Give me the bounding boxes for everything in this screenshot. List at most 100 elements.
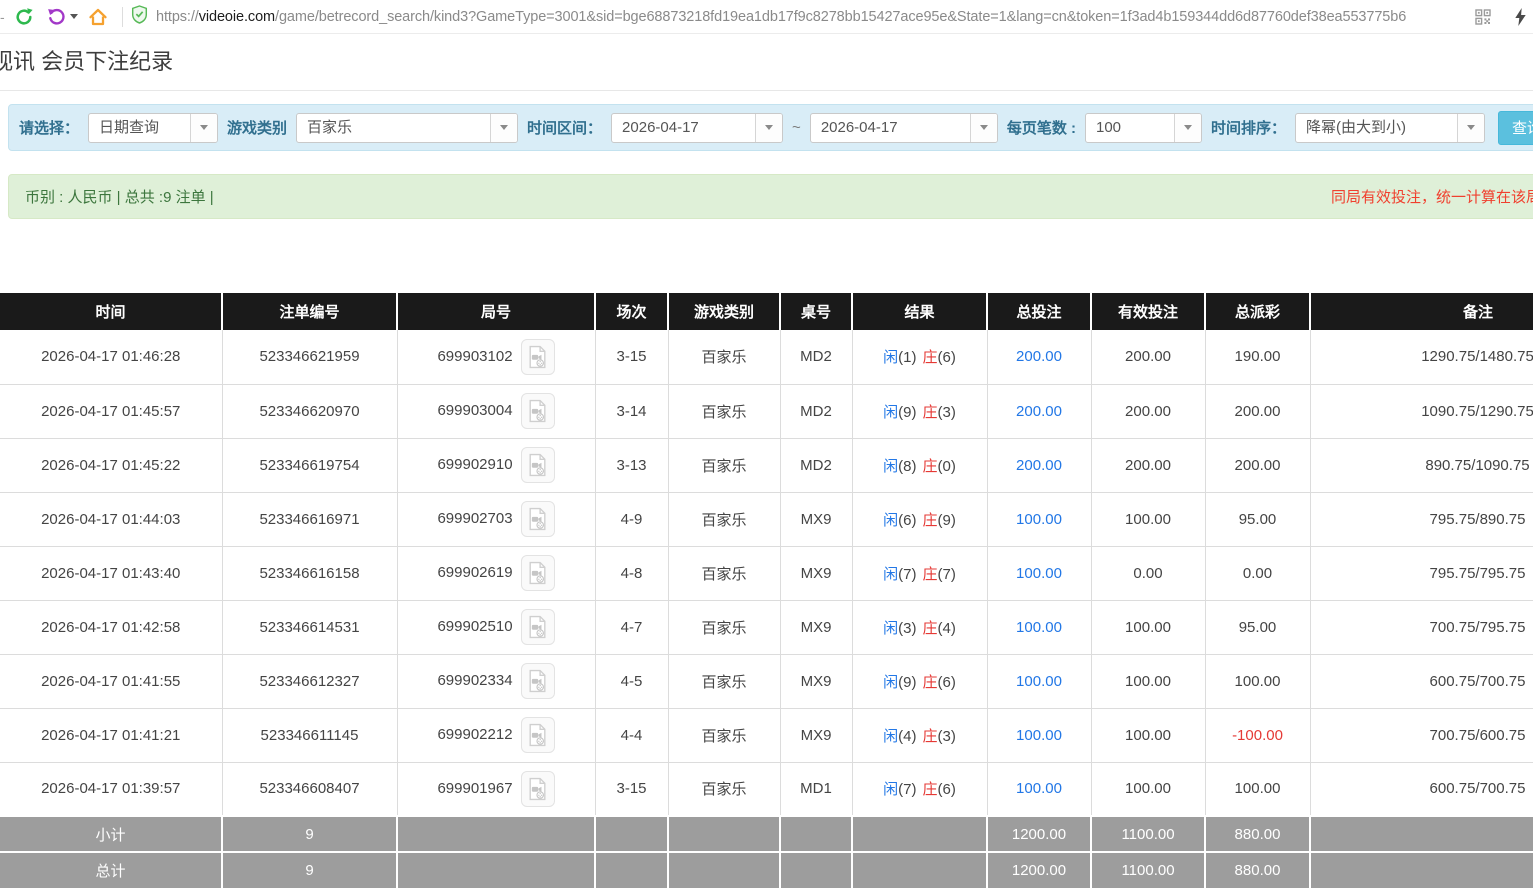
cell-remark: 795.75/890.75 bbox=[1310, 492, 1533, 546]
video-replay-button[interactable] bbox=[521, 555, 555, 591]
cell-game-type: 百家乐 bbox=[668, 654, 780, 708]
video-replay-button[interactable] bbox=[521, 609, 555, 645]
cell-bet-id: 523346616971 bbox=[222, 492, 397, 546]
column-header: 有效投注 bbox=[1091, 293, 1205, 330]
undo-dropdown-caret-icon[interactable] bbox=[70, 14, 78, 19]
total-bet-link[interactable]: 200.00 bbox=[1016, 348, 1062, 365]
table-row: 2026-04-17 01:44:03 523346616971 6999027… bbox=[0, 492, 1533, 546]
cell-valid-bet: 0.00 bbox=[1091, 546, 1205, 600]
cell-table-no: MX9 bbox=[780, 654, 852, 708]
cell-valid-bet: 100.00 bbox=[1091, 492, 1205, 546]
player-result: 闲 bbox=[883, 349, 898, 366]
cell-bet-id: 523346614531 bbox=[222, 600, 397, 654]
banker-result: 庄 bbox=[923, 620, 938, 637]
cell-session: 4-4 bbox=[595, 708, 668, 762]
sort-order-select[interactable]: 降幂(由大到小) bbox=[1295, 113, 1485, 143]
total-bet-link[interactable]: 200.00 bbox=[1016, 457, 1062, 474]
cell-payout: -100.00 bbox=[1205, 708, 1310, 762]
cell-round-id: 699902510 bbox=[397, 600, 595, 654]
cell-valid-bet: 200.00 bbox=[1091, 384, 1205, 438]
undo-icon[interactable] bbox=[43, 4, 69, 30]
column-header: 桌号 bbox=[780, 293, 852, 330]
video-replay-button[interactable] bbox=[521, 393, 555, 429]
cell-round-id: 699902703 bbox=[397, 492, 595, 546]
toolbar-divider bbox=[122, 7, 123, 27]
cell-payout: 95.00 bbox=[1205, 492, 1310, 546]
cell-session: 3-13 bbox=[595, 438, 668, 492]
browser-toolbar: - https://videoie.com/game/betrecord_sea… bbox=[0, 0, 1533, 34]
cell-session: 4-8 bbox=[595, 546, 668, 600]
address-bar[interactable]: https://videoie.com/game/betrecord_searc… bbox=[131, 5, 1460, 29]
column-header: 场次 bbox=[595, 293, 668, 330]
video-replay-button[interactable] bbox=[521, 501, 555, 537]
cell-session: 4-7 bbox=[595, 600, 668, 654]
cell-session: 3-15 bbox=[595, 762, 668, 816]
cell-time: 2026-04-17 01:45:22 bbox=[0, 438, 222, 492]
total-bet-link[interactable]: 100.00 bbox=[1016, 673, 1062, 690]
table-row: 2026-04-17 01:39:57 523346608407 6999019… bbox=[0, 762, 1533, 816]
cell-table-no: MD1 bbox=[780, 762, 852, 816]
home-icon[interactable] bbox=[85, 4, 111, 30]
video-replay-button[interactable] bbox=[521, 447, 555, 483]
cell-game-type: 百家乐 bbox=[668, 600, 780, 654]
cell-total-bet: 100.00 bbox=[987, 546, 1091, 600]
cell-time: 2026-04-17 01:41:55 bbox=[0, 654, 222, 708]
game-type-select[interactable]: 百家乐 bbox=[296, 113, 518, 143]
date-from-picker[interactable]: 2026-04-17 bbox=[611, 113, 783, 143]
cell-remark: 600.75/700.75 bbox=[1310, 762, 1533, 816]
cell-valid-bet: 200.00 bbox=[1091, 438, 1205, 492]
video-replay-button[interactable] bbox=[521, 339, 555, 375]
cell-result: 闲(9)庄(6) bbox=[852, 654, 987, 708]
table-row: 2026-04-17 01:45:57 523346620970 6999030… bbox=[0, 384, 1533, 438]
cell-bet-id: 523346616158 bbox=[222, 546, 397, 600]
column-header: 注单编号 bbox=[222, 293, 397, 330]
cell-table-no: MX9 bbox=[780, 492, 852, 546]
total-bet-link[interactable]: 200.00 bbox=[1016, 403, 1062, 420]
summary-total-bet: 1200.00 bbox=[987, 816, 1091, 852]
url-text[interactable]: https://videoie.com/game/betrecord_searc… bbox=[156, 9, 1406, 25]
cell-bet-id: 523346619754 bbox=[222, 438, 397, 492]
cell-round-id: 699902212 bbox=[397, 708, 595, 762]
chevron-down-icon bbox=[1457, 114, 1484, 142]
cell-payout: 200.00 bbox=[1205, 438, 1310, 492]
table-row: 2026-04-17 01:43:40 523346616158 6999026… bbox=[0, 546, 1533, 600]
total-bet-link[interactable]: 100.00 bbox=[1016, 727, 1062, 744]
cell-round-id: 699902910 bbox=[397, 438, 595, 492]
query-type-select[interactable]: 日期查询 bbox=[88, 113, 218, 143]
cell-result: 闲(7)庄(6) bbox=[852, 762, 987, 816]
bet-records-table: 时间注单编号局号场次游戏类别桌号结果总投注有效投注总派彩备注 2026-04-1… bbox=[0, 293, 1533, 888]
cell-total-bet: 100.00 bbox=[987, 762, 1091, 816]
qr-code-icon[interactable] bbox=[1470, 4, 1496, 30]
summary-count: 9 bbox=[222, 816, 397, 852]
video-replay-button[interactable] bbox=[521, 771, 555, 807]
page-size-select[interactable]: 100 bbox=[1085, 113, 1202, 143]
summary-row: 小计 9 1200.00 1100.00 880.00 bbox=[0, 816, 1533, 852]
total-bet-link[interactable]: 100.00 bbox=[1016, 619, 1062, 636]
lightning-icon[interactable] bbox=[1507, 4, 1533, 30]
cell-total-bet: 200.00 bbox=[987, 438, 1091, 492]
page-title: 视讯 会员下注纪录 bbox=[0, 44, 1533, 76]
cell-time: 2026-04-17 01:44:03 bbox=[0, 492, 222, 546]
search-button[interactable]: 查询 bbox=[1498, 111, 1533, 145]
total-bet-link[interactable]: 100.00 bbox=[1016, 565, 1062, 582]
player-result: 闲 bbox=[883, 566, 898, 583]
sort-order-label: 时间排序： bbox=[1211, 117, 1286, 138]
video-replay-button[interactable] bbox=[521, 663, 555, 699]
url-path: /game/betrecord_search/kind3?GameType=30… bbox=[275, 9, 1406, 25]
cell-remark: 795.75/795.75 bbox=[1310, 546, 1533, 600]
reload-icon[interactable] bbox=[11, 4, 37, 30]
cell-game-type: 百家乐 bbox=[668, 384, 780, 438]
date-to-picker[interactable]: 2026-04-17 bbox=[810, 113, 998, 143]
summary-payout: 880.00 bbox=[1205, 852, 1310, 888]
cell-valid-bet: 100.00 bbox=[1091, 654, 1205, 708]
cell-session: 4-5 bbox=[595, 654, 668, 708]
chevron-down-icon bbox=[970, 114, 997, 142]
cell-valid-bet: 100.00 bbox=[1091, 600, 1205, 654]
banker-result: 庄 bbox=[923, 566, 938, 583]
total-bet-link[interactable]: 100.00 bbox=[1016, 780, 1062, 797]
video-replay-button[interactable] bbox=[521, 717, 555, 753]
url-scheme: https:// bbox=[156, 9, 199, 25]
column-header: 总投注 bbox=[987, 293, 1091, 330]
total-bet-link[interactable]: 100.00 bbox=[1016, 511, 1062, 528]
security-shield-icon[interactable] bbox=[131, 5, 148, 29]
